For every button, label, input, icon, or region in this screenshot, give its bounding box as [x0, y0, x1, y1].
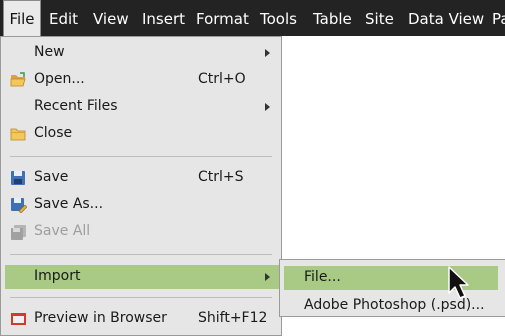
menu-item-save-as[interactable]: Save As... [1, 193, 281, 217]
menu-item-label: Open... [34, 71, 85, 87]
menu-insert[interactable]: Insert [142, 0, 185, 36]
menu-view[interactable]: View [93, 0, 129, 36]
menu-separator [10, 156, 272, 157]
menu-item-label: Close [34, 125, 73, 141]
menu-panels-truncated[interactable]: Pa [492, 0, 505, 36]
menu-bar: File Edit View Insert Format Tools Table… [0, 0, 505, 37]
menu-item-label: Save All [34, 223, 91, 239]
menu-separator [10, 254, 272, 255]
menu-item-label: Import [34, 268, 81, 284]
menu-item-new[interactable]: New [1, 41, 281, 65]
menu-item-close[interactable]: Close [1, 122, 281, 146]
menu-item-open[interactable]: Open... Ctrl+O [1, 68, 281, 92]
menu-format[interactable]: Format [196, 0, 249, 36]
open-folder-icon [10, 72, 26, 87]
floppy-disk-icon [11, 171, 25, 185]
menu-edit[interactable]: Edit [49, 0, 78, 36]
shortcut-label: Shift+F12 [198, 310, 268, 326]
close-folder-icon [10, 128, 26, 141]
menu-separator [10, 297, 272, 298]
menu-item-import[interactable]: Import [5, 265, 281, 289]
menu-site[interactable]: Site [365, 0, 394, 36]
import-submenu: File... Adobe Photoshop (.psd)... [279, 259, 505, 317]
submenu-item-label: File... [304, 269, 341, 285]
menu-file[interactable]: File [3, 0, 41, 37]
menu-item-preview-in-browser[interactable]: Preview in Browser Shift+F12 [1, 307, 281, 331]
menu-table[interactable]: Table [313, 0, 352, 36]
menu-item-label: Recent Files [34, 98, 118, 114]
menu-tools[interactable]: Tools [260, 0, 297, 36]
menu-item-label: Preview in Browser [34, 310, 167, 326]
menu-item-save[interactable]: Save Ctrl+S [1, 166, 281, 190]
mouse-pointer-icon [448, 266, 469, 299]
submenu-arrow-icon [265, 49, 270, 57]
menu-item-label: Save As... [34, 196, 104, 212]
menu-item-save-all[interactable]: Save All [1, 220, 281, 244]
save-as-icon [11, 198, 27, 213]
file-menu: New Open... Ctrl+O Recent Files Close Sa… [0, 36, 282, 336]
menu-item-recent-files[interactable]: Recent Files [1, 95, 281, 119]
menu-data-view[interactable]: Data View [408, 0, 484, 36]
menu-item-label: Save [34, 169, 69, 185]
submenu-arrow-icon [265, 103, 270, 111]
menu-item-label: New [34, 44, 65, 60]
browser-preview-icon [11, 313, 26, 325]
submenu-arrow-icon [265, 273, 270, 281]
shortcut-label: Ctrl+O [198, 71, 246, 87]
save-all-icon [11, 225, 26, 240]
shortcut-label: Ctrl+S [198, 169, 244, 185]
